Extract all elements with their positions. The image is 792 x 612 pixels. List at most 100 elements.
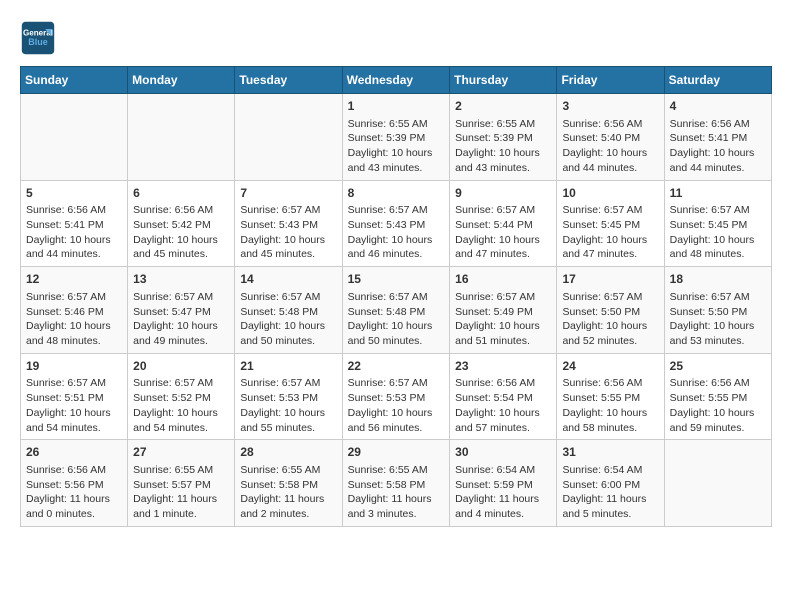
calendar-cell — [235, 94, 342, 181]
calendar-cell: 15 Sunrise: 6:57 AMSunset: 5:48 PMDayligh… — [342, 267, 450, 354]
day-number: 9 — [455, 185, 551, 202]
day-info: Sunrise: 6:56 AMSunset: 5:41 PMDaylight:… — [26, 203, 122, 262]
week-row-5: 26Sunrise: 6:56 AMSunset: 5:56 PMDayligh… — [21, 440, 772, 527]
day-info: Sunrise: 6:57 AMSunset: 5:43 PMDaylight:… — [348, 203, 445, 262]
day-number: 31 — [562, 444, 658, 461]
calendar-cell — [21, 94, 128, 181]
day-number: 8 — [348, 185, 445, 202]
day-number: 13 — [133, 271, 229, 288]
header-saturday: Saturday — [664, 67, 771, 94]
day-info: Sunrise: 6:57 AMSunset: 5:44 PMDaylight:… — [455, 203, 551, 262]
week-row-3: 12 Sunrise: 6:57 AMSunset: 5:46 PMDayligh… — [21, 267, 772, 354]
header-tuesday: Tuesday — [235, 67, 342, 94]
header-monday: Monday — [128, 67, 235, 94]
day-number: 28 — [240, 444, 336, 461]
calendar-cell: 6Sunrise: 6:56 AMSunset: 5:42 PMDaylight… — [128, 180, 235, 267]
day-number: 3 — [562, 98, 658, 115]
calendar-header-row: SundayMondayTuesdayWednesdayThursdayFrid… — [21, 67, 772, 94]
day-info: Sunrise: 6:57 AMSunset: 5:46 PMDaylight:… — [26, 290, 122, 349]
day-info: Sunrise: 6:57 AMSunset: 5:50 PMDaylight:… — [670, 290, 766, 349]
calendar-cell: 19Sunrise: 6:57 AMSunset: 5:51 PMDayligh… — [21, 353, 128, 440]
calendar-cell: 13 Sunrise: 6:57 AMSunset: 5:47 PMDayligh… — [128, 267, 235, 354]
day-info: Sunrise: 6:57 AMSunset: 5:50 PMDaylight:… — [562, 290, 658, 349]
day-info: Sunrise: 6:56 AMSunset: 5:41 PMDaylight:… — [670, 117, 766, 176]
day-number: 7 — [240, 185, 336, 202]
day-number: 5 — [26, 185, 122, 202]
day-number: 18 — [670, 271, 766, 288]
day-number: 21 — [240, 358, 336, 375]
calendar-cell — [128, 94, 235, 181]
day-info: Sunrise: 6:57 AMSunset: 5:53 PMDaylight:… — [348, 376, 445, 435]
calendar-cell: 3 Sunrise: 6:56 AMSunset: 5:40 PMDaylight… — [557, 94, 664, 181]
day-info: Sunrise: 6:57 AMSunset: 5:51 PMDaylight:… — [26, 376, 122, 435]
day-info: Sunrise: 6:57 AMSunset: 5:45 PMDaylight:… — [670, 203, 766, 262]
day-number: 24 — [562, 358, 658, 375]
day-info: Sunrise: 6:56 AMSunset: 5:54 PMDaylight:… — [455, 376, 551, 435]
day-number: 22 — [348, 358, 445, 375]
calendar-cell: 27 Sunrise: 6:55 AMSunset: 5:57 PMDayligh… — [128, 440, 235, 527]
calendar-cell: 4 Sunrise: 6:56 AMSunset: 5:41 PMDaylight… — [664, 94, 771, 181]
calendar-cell: 9Sunrise: 6:57 AMSunset: 5:44 PMDaylight… — [450, 180, 557, 267]
day-number: 12 — [26, 271, 122, 288]
day-info: Sunrise: 6:57 AMSunset: 5:45 PMDaylight:… — [562, 203, 658, 262]
day-info: Sunrise: 6:57 AMSunset: 5:49 PMDaylight:… — [455, 290, 551, 349]
calendar-cell: 14 Sunrise: 6:57 AMSunset: 5:48 PMDayligh… — [235, 267, 342, 354]
calendar-cell: 7Sunrise: 6:57 AMSunset: 5:43 PMDaylight… — [235, 180, 342, 267]
day-number: 11 — [670, 185, 766, 202]
header-wednesday: Wednesday — [342, 67, 450, 94]
logo-icon: General Blue — [20, 20, 56, 56]
header-friday: Friday — [557, 67, 664, 94]
day-info: Sunrise: 6:55 AMSunset: 5:58 PMDaylight:… — [348, 463, 445, 522]
calendar-cell: 25Sunrise: 6:56 AMSunset: 5:55 PMDayligh… — [664, 353, 771, 440]
day-number: 17 — [562, 271, 658, 288]
day-info: Sunrise: 6:57 AMSunset: 5:53 PMDaylight:… — [240, 376, 336, 435]
calendar-cell: 10Sunrise: 6:57 AMSunset: 5:45 PMDayligh… — [557, 180, 664, 267]
calendar-cell: 18 Sunrise: 6:57 AMSunset: 5:50 PMDayligh… — [664, 267, 771, 354]
day-number: 16 — [455, 271, 551, 288]
day-number: 15 — [348, 271, 445, 288]
calendar-cell: 12 Sunrise: 6:57 AMSunset: 5:46 PMDayligh… — [21, 267, 128, 354]
day-info: Sunrise: 6:57 AMSunset: 5:48 PMDaylight:… — [240, 290, 336, 349]
day-info: Sunrise: 6:57 AMSunset: 5:48 PMDaylight:… — [348, 290, 445, 349]
header-thursday: Thursday — [450, 67, 557, 94]
day-info: Sunrise: 6:56 AMSunset: 5:40 PMDaylight:… — [562, 117, 658, 176]
calendar-cell: 23Sunrise: 6:56 AMSunset: 5:54 PMDayligh… — [450, 353, 557, 440]
day-number: 14 — [240, 271, 336, 288]
calendar-cell: 17 Sunrise: 6:57 AMSunset: 5:50 PMDayligh… — [557, 267, 664, 354]
calendar-cell — [664, 440, 771, 527]
day-info: Sunrise: 6:56 AMSunset: 5:55 PMDaylight:… — [562, 376, 658, 435]
day-info: Sunrise: 6:55 AMSunset: 5:58 PMDaylight:… — [240, 463, 336, 522]
calendar-cell: 21Sunrise: 6:57 AMSunset: 5:53 PMDayligh… — [235, 353, 342, 440]
day-number: 30 — [455, 444, 551, 461]
day-number: 27 — [133, 444, 229, 461]
day-number: 1 — [348, 98, 445, 115]
week-row-1: 1 Sunrise: 6:55 AMSunset: 5:39 PMDaylight… — [21, 94, 772, 181]
page-header: General Blue — [20, 20, 772, 56]
logo: General Blue — [20, 20, 60, 56]
day-number: 4 — [670, 98, 766, 115]
calendar-cell: 2 Sunrise: 6:55 AMSunset: 5:39 PMDaylight… — [450, 94, 557, 181]
day-info: Sunrise: 6:55 AMSunset: 5:57 PMDaylight:… — [133, 463, 229, 522]
calendar-cell: 28 Sunrise: 6:55 AMSunset: 5:58 PMDayligh… — [235, 440, 342, 527]
calendar-cell: 16 Sunrise: 6:57 AMSunset: 5:49 PMDayligh… — [450, 267, 557, 354]
calendar-cell: 22Sunrise: 6:57 AMSunset: 5:53 PMDayligh… — [342, 353, 450, 440]
day-info: Sunrise: 6:56 AMSunset: 5:56 PMDaylight:… — [26, 463, 122, 522]
header-sunday: Sunday — [21, 67, 128, 94]
day-number: 25 — [670, 358, 766, 375]
calendar-cell: 29Sunrise: 6:55 AMSunset: 5:58 PMDayligh… — [342, 440, 450, 527]
day-info: Sunrise: 6:57 AMSunset: 5:47 PMDaylight:… — [133, 290, 229, 349]
day-number: 19 — [26, 358, 122, 375]
calendar-cell: 5Sunrise: 6:56 AMSunset: 5:41 PMDaylight… — [21, 180, 128, 267]
calendar-cell: 1Sunrise: 6:55 AMSunset: 5:39 PMDaylight… — [342, 94, 450, 181]
week-row-4: 19Sunrise: 6:57 AMSunset: 5:51 PMDayligh… — [21, 353, 772, 440]
calendar-cell: 24Sunrise: 6:56 AMSunset: 5:55 PMDayligh… — [557, 353, 664, 440]
calendar-cell: 8Sunrise: 6:57 AMSunset: 5:43 PMDaylight… — [342, 180, 450, 267]
calendar-cell: 26Sunrise: 6:56 AMSunset: 5:56 PMDayligh… — [21, 440, 128, 527]
day-info: Sunrise: 6:55 AMSunset: 5:39 PMDaylight:… — [455, 117, 551, 176]
day-number: 20 — [133, 358, 229, 375]
day-number: 2 — [455, 98, 551, 115]
day-number: 6 — [133, 185, 229, 202]
calendar-cell: 30Sunrise: 6:54 AMSunset: 5:59 PMDayligh… — [450, 440, 557, 527]
day-info: Sunrise: 6:57 AMSunset: 5:52 PMDaylight:… — [133, 376, 229, 435]
day-info: Sunrise: 6:57 AMSunset: 5:43 PMDaylight:… — [240, 203, 336, 262]
